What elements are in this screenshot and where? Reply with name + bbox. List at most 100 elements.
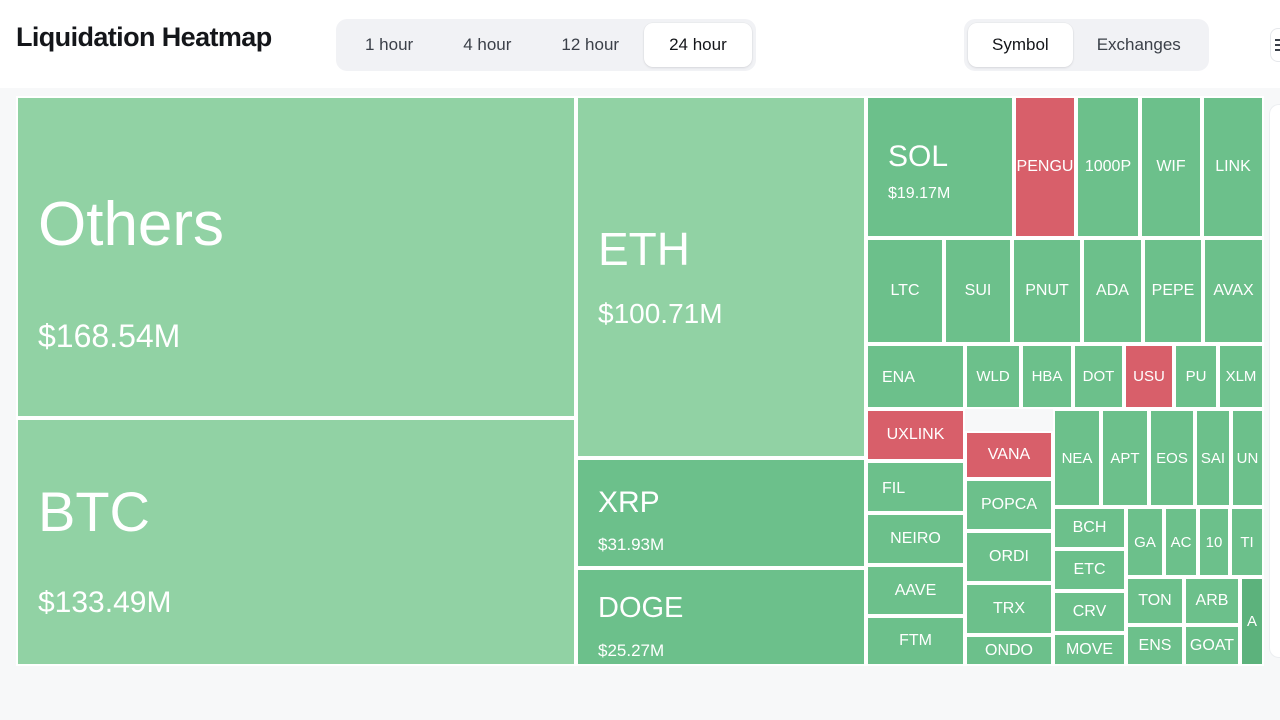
treemap-tile-uxlink[interactable]: UXLINK: [866, 409, 965, 461]
tile-symbol: ENA: [882, 370, 915, 386]
menu-icon-bar: [1275, 39, 1280, 41]
treemap-tile-link[interactable]: LINK: [1202, 96, 1264, 238]
tile-symbol: USU: [1133, 369, 1165, 384]
treemap-tile-ens[interactable]: ENS: [1126, 625, 1184, 666]
tile-symbol: DOGE: [598, 594, 683, 623]
tile-symbol: SOL: [888, 142, 948, 172]
treemap-tile-ton[interactable]: TON: [1126, 577, 1184, 625]
treemap-tile-ondo[interactable]: ONDO: [965, 635, 1053, 666]
panel-edge: [1269, 104, 1280, 658]
tile-symbol: Others: [38, 194, 224, 256]
treemap-tile-hbar[interactable]: HBA: [1021, 344, 1073, 409]
treemap-tile-doge[interactable]: DOGE $25.27M: [576, 568, 866, 666]
treemap-tile-ena[interactable]: ENA: [866, 344, 965, 409]
treemap-tile-eth[interactable]: ETH $100.71M: [576, 96, 866, 458]
overflow-menu-button[interactable]: [1270, 28, 1280, 62]
tile-symbol: LINK: [1215, 159, 1251, 175]
tile-symbol: UN: [1237, 451, 1259, 466]
treemap-tile-bch[interactable]: BCH: [1053, 507, 1126, 549]
tile-symbol: VANA: [988, 447, 1030, 463]
treemap-tile-xrp[interactable]: XRP$31.93M: [576, 458, 866, 568]
treemap-tile-others[interactable]: Others $168.54M: [16, 96, 576, 418]
treemap-tile-ai[interactable]: A: [1240, 577, 1264, 666]
tab-24-hour[interactable]: 24 hour: [644, 23, 752, 67]
liquidation-heatmap-page: Liquidation Heatmap 1 hour4 hour12 hour2…: [0, 0, 1280, 720]
treemap-tile-act[interactable]: AC: [1164, 507, 1198, 577]
treemap-tile-aave[interactable]: AAVE: [866, 565, 965, 616]
treemap-tile-puffer[interactable]: PU: [1174, 344, 1218, 409]
tile-value: $133.49M: [38, 588, 171, 618]
tile-symbol: ETC: [1074, 562, 1106, 578]
treemap-tile-sol[interactable]: SOL $19.17M: [866, 96, 1014, 238]
treemap-tile-neiro[interactable]: NEIRO: [866, 513, 965, 565]
treemap-tile-move[interactable]: MOVE: [1053, 633, 1126, 666]
page-title: Liquidation Heatmap: [16, 22, 272, 53]
tile-symbol: ORDI: [989, 549, 1029, 565]
treemap-tile-trx[interactable]: TRX: [965, 583, 1053, 635]
treemap-tile-1000[interactable]: 10: [1198, 507, 1230, 577]
treemap-tile-popcat[interactable]: POPCA: [965, 479, 1053, 531]
tile-symbol: WLD: [976, 369, 1009, 384]
treemap-tile-sui[interactable]: SUI: [944, 238, 1012, 344]
treemap-tile-ltc[interactable]: LTC: [866, 238, 944, 344]
treemap-tile-pepe[interactable]: PEPE: [1143, 238, 1203, 344]
tile-symbol: ADA: [1096, 283, 1129, 299]
tile-symbol: AVAX: [1213, 283, 1253, 299]
treemap-tile-pengu[interactable]: PENGU: [1014, 96, 1076, 238]
treemap-tile-wif[interactable]: WIF: [1140, 96, 1202, 238]
treemap-tile-near[interactable]: NEA: [1053, 409, 1101, 507]
treemap-tile-xlm[interactable]: XLM: [1218, 344, 1264, 409]
tile-symbol: ONDO: [985, 643, 1033, 659]
treemap-tile-ordi[interactable]: ORDI: [965, 531, 1053, 583]
treemap-tile-eos[interactable]: EOS: [1149, 409, 1195, 507]
treemap-tile-sand[interactable]: SAI: [1195, 409, 1231, 507]
tile-symbol: CRV: [1073, 604, 1107, 620]
view-mode-tab-group: SymbolExchanges: [964, 19, 1209, 71]
tab-12-hour[interactable]: 12 hour: [536, 23, 644, 67]
menu-icon-bar: [1275, 49, 1280, 51]
treemap-tile-dot[interactable]: DOT: [1073, 344, 1124, 409]
treemap-tile-ada[interactable]: ADA: [1082, 238, 1143, 344]
tile-value: $100.71M: [598, 300, 723, 328]
treemap-tile-apt[interactable]: APT: [1101, 409, 1149, 507]
tab-4-hour[interactable]: 4 hour: [438, 23, 536, 67]
tab-exchanges[interactable]: Exchanges: [1073, 23, 1205, 67]
tile-symbol: LTC: [890, 283, 919, 299]
page-header: Liquidation Heatmap 1 hour4 hour12 hour2…: [0, 0, 1280, 88]
treemap-tile-pnut[interactable]: PNUT: [1012, 238, 1082, 344]
tab-1-hour[interactable]: 1 hour: [340, 23, 438, 67]
tile-value: $168.54M: [38, 320, 180, 352]
tile-symbol: HBA: [1032, 369, 1063, 384]
tile-symbol: ETH: [598, 226, 690, 272]
treemap-tile-fil[interactable]: FIL: [866, 461, 965, 513]
tile-value: $25.27M: [598, 642, 664, 659]
tile-symbol: ARB: [1196, 593, 1229, 609]
treemap-tile-gala[interactable]: GA: [1126, 507, 1164, 577]
treemap-tile-btc[interactable]: BTC$133.49M: [16, 418, 576, 666]
treemap-tile-usual[interactable]: USU: [1124, 344, 1174, 409]
treemap-tile-wld[interactable]: WLD: [965, 344, 1021, 409]
tile-symbol: FTM: [899, 633, 932, 649]
tile-symbol: TRX: [993, 601, 1025, 617]
treemap-tile-ftm[interactable]: FTM: [866, 616, 965, 666]
tile-symbol: TI: [1240, 535, 1253, 550]
tile-symbol: GOAT: [1190, 638, 1234, 654]
tile-symbol: PEPE: [1152, 283, 1195, 299]
tile-symbol: EOS: [1156, 451, 1188, 466]
treemap-tile-etc[interactable]: ETC: [1053, 549, 1126, 591]
tile-symbol: NEA: [1062, 451, 1093, 466]
treemap-tile-1000pepe[interactable]: 1000P: [1076, 96, 1140, 238]
treemap-tile-goat[interactable]: GOAT: [1184, 625, 1240, 666]
treemap-tile-avax[interactable]: AVAX: [1203, 238, 1264, 344]
treemap-tile-vana[interactable]: VANA: [965, 431, 1053, 479]
tile-value: $19.17M: [888, 186, 950, 202]
tile-symbol: UXLINK: [887, 427, 945, 443]
tile-symbol: WIF: [1156, 159, 1185, 175]
treemap-tile-arb[interactable]: ARB: [1184, 577, 1240, 625]
treemap-tile-uni[interactable]: UN: [1231, 409, 1264, 507]
treemap-tile-crv[interactable]: CRV: [1053, 591, 1126, 633]
treemap-chart: Others $168.54M BTC$133.49M ETH $100.71M XRP$…: [16, 96, 1264, 666]
tile-symbol: ENS: [1139, 638, 1172, 654]
tab-symbol[interactable]: Symbol: [968, 23, 1073, 67]
treemap-tile-tia[interactable]: TI: [1230, 507, 1264, 577]
